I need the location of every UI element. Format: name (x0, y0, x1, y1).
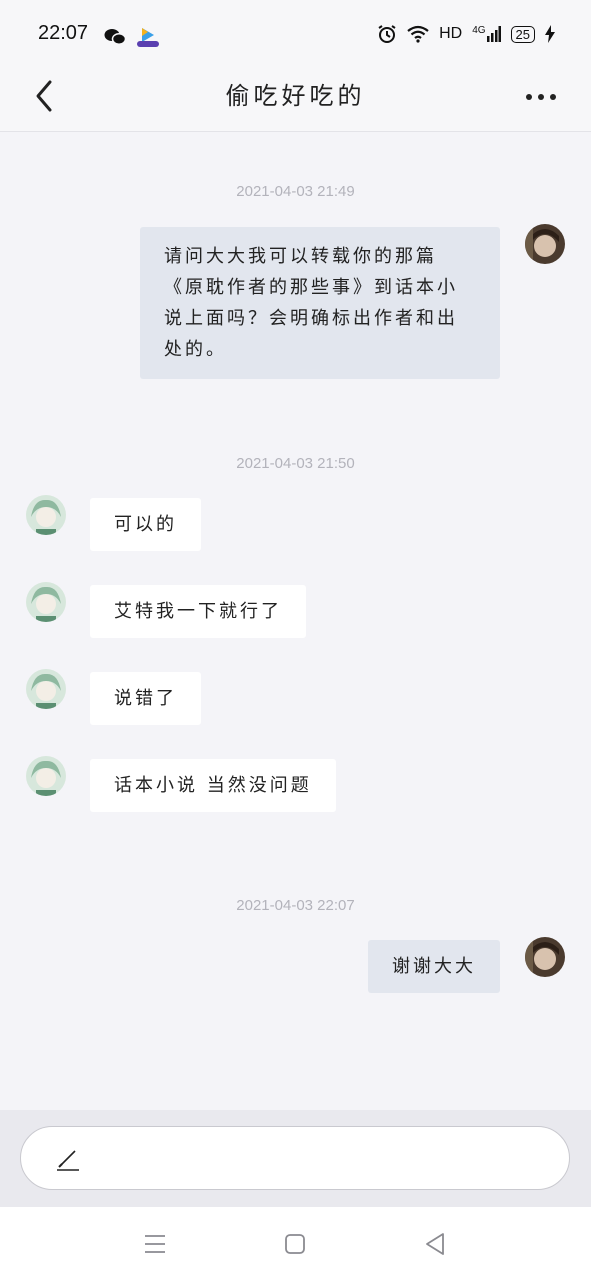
video-app-icon (137, 28, 159, 47)
avatar-image (26, 495, 66, 535)
my-avatar[interactable] (525, 224, 565, 264)
contact-avatar[interactable] (26, 582, 66, 622)
incoming-message-bubble[interactable]: 可以的 (90, 498, 201, 551)
system-navigation-bar (0, 1207, 591, 1280)
avatar-image (525, 224, 565, 264)
menu-icon[interactable] (142, 1231, 168, 1257)
outgoing-message-bubble[interactable]: 谢谢大大 (368, 940, 500, 993)
more-options-icon[interactable] (523, 82, 559, 112)
message-timestamp: 2021-04-03 22:07 (236, 897, 355, 914)
chat-header: 偷吃好吃的 (0, 64, 591, 132)
message-input[interactable] (20, 1126, 570, 1190)
charging-icon (545, 25, 555, 43)
signal-icon: 4G (472, 25, 501, 42)
status-time: 22:07 (38, 22, 89, 44)
signal-bars-icon (486, 26, 501, 42)
wechat-icon (104, 29, 126, 45)
back-icon[interactable] (422, 1231, 448, 1257)
incoming-message-bubble[interactable]: 话本小说 当然没问题 (90, 759, 336, 812)
avatar-image (26, 582, 66, 622)
contact-avatar[interactable] (26, 669, 66, 709)
wifi-icon (407, 25, 429, 43)
page-title: 偷吃好吃的 (225, 82, 366, 110)
network-type: HD (439, 25, 463, 42)
my-avatar[interactable] (525, 937, 565, 977)
alarm-icon (378, 25, 396, 43)
avatar-image (525, 937, 565, 977)
signal-label: 4G (472, 25, 486, 36)
avatar-image (26, 669, 66, 709)
avatar-image (26, 756, 66, 796)
message-timestamp: 2021-04-03 21:50 (236, 455, 355, 472)
home-icon[interactable] (282, 1231, 308, 1257)
outgoing-message-bubble[interactable]: 请问大大我可以转载你的那篇《原耽作者的那些事》到话本小说上面吗？会明确标出作者和… (140, 227, 500, 379)
incoming-message-bubble[interactable]: 艾特我一下就行了 (90, 585, 306, 638)
contact-avatar[interactable] (26, 495, 66, 535)
pen-icon (57, 1150, 79, 1171)
contact-avatar[interactable] (26, 756, 66, 796)
incoming-message-bubble[interactable]: 说错了 (90, 672, 201, 725)
battery-icon: 25 (510, 25, 535, 43)
status-bar: 22:07 HD 4G 25 (0, 0, 591, 64)
message-timestamp: 2021-04-03 21:49 (236, 183, 355, 200)
message-input-bar (0, 1110, 591, 1207)
